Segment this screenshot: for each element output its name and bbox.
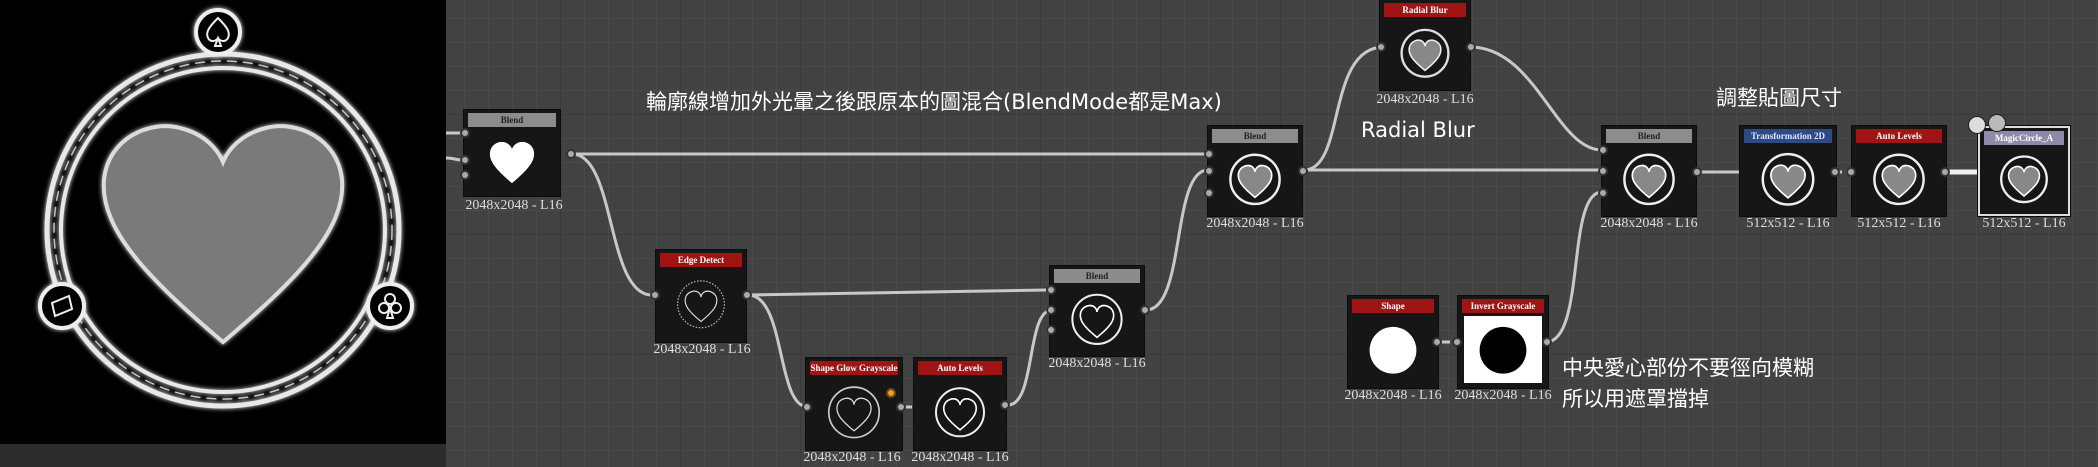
node-title: Auto Levels: [918, 361, 1002, 375]
club-icon: [366, 282, 414, 330]
input-port[interactable]: [1046, 305, 1056, 315]
diamond-icon: [38, 282, 86, 330]
node-resolution: 2048x2048 - L16: [1376, 92, 1474, 107]
input-port[interactable]: [1204, 188, 1214, 198]
node-resolution: 2048x2048 - L16: [1048, 356, 1146, 371]
node-title: Edge Detect: [660, 253, 742, 267]
output-port[interactable]: [1692, 167, 1702, 177]
node-thumbnail: [1858, 146, 1940, 211]
node-title: Transformation 2D: [1744, 129, 1832, 143]
input-port[interactable]: [1598, 166, 1608, 176]
node-thumbnail: [470, 130, 554, 191]
output-port[interactable]: [1000, 400, 1010, 410]
output-port[interactable]: [566, 149, 576, 159]
blend-node-2[interactable]: Blend: [1050, 266, 1144, 356]
output-port[interactable]: [742, 290, 752, 300]
spade-icon: [194, 8, 242, 56]
node-resolution: 2048x2048 - L16: [653, 342, 751, 357]
node-title: Shape: [1352, 299, 1434, 313]
output-node[interactable]: MagicCircle_A: [1978, 126, 2070, 216]
radial-blur-node[interactable]: Radial Blur: [1380, 0, 1470, 90]
output-port[interactable]: [1830, 167, 1840, 177]
node-resolution: 512x512 - L16: [1746, 216, 1830, 231]
node-thumbnail: [920, 378, 1000, 445]
output-icon[interactable]: [1988, 114, 2006, 132]
invert-grayscale-node[interactable]: Invert Grayscale: [1458, 296, 1548, 388]
node-thumbnail: [1986, 148, 2062, 209]
output-port[interactable]: [1940, 167, 1950, 177]
input-port[interactable]: [802, 402, 812, 412]
node-resolution: 2048x2048 - L16: [1206, 216, 1304, 231]
node-thumbnail: [1214, 146, 1296, 211]
input-port[interactable]: [1046, 285, 1056, 295]
document-icon[interactable]: [1968, 116, 1986, 134]
node-title: MagicCircle_A: [1984, 131, 2064, 145]
input-port[interactable]: [1846, 167, 1856, 177]
input-port[interactable]: [460, 155, 470, 165]
input-port[interactable]: [1452, 337, 1462, 347]
note-blend-description: 輪廓線增加外光暈之後跟原本的圖混合(BlendMode都是Max): [646, 90, 1222, 114]
parameter-port[interactable]: [886, 388, 896, 398]
preview-statusbar: [0, 444, 446, 467]
input-port[interactable]: [1204, 166, 1214, 176]
input-port[interactable]: [460, 128, 470, 138]
input-port[interactable]: [460, 170, 470, 180]
transformation-2d-node[interactable]: Transformation 2D: [1740, 126, 1836, 216]
blend-node-1[interactable]: Blend: [464, 110, 560, 196]
node-thumbnail: [1056, 286, 1138, 351]
node-thumbnail: [1608, 146, 1690, 211]
node-title: Auto Levels: [1856, 129, 1942, 143]
mask-port[interactable]: [1598, 188, 1608, 198]
node-title: Blend: [468, 113, 556, 127]
output-port[interactable]: [1432, 337, 1442, 347]
node-thumbnail: [1746, 146, 1830, 211]
input-port[interactable]: [1376, 42, 1386, 52]
node-resolution: 2048x2048 - L16: [1600, 216, 1698, 231]
note-mask-line1: 中央愛心部份不要徑向模糊: [1562, 356, 1814, 380]
blend-node-3[interactable]: Blend: [1208, 126, 1302, 216]
node-thumbnail: [1464, 316, 1542, 383]
output-port[interactable]: [896, 402, 906, 412]
output-port[interactable]: [1466, 42, 1476, 52]
texture-preview: [0, 0, 446, 444]
node-title: Radial Blur: [1384, 3, 1466, 17]
node-graph-canvas[interactable]: Blend 2048x2048 - L16 Edge Detect 2048x2…: [446, 0, 2098, 467]
note-radial-blur: Radial Blur: [1361, 118, 1475, 142]
edge-detect-node[interactable]: Edge Detect: [656, 250, 746, 342]
magic-circle-preview: [38, 8, 414, 409]
output-port[interactable]: [1140, 305, 1150, 315]
node-title: Blend: [1054, 269, 1140, 283]
node-title: Blend: [1212, 129, 1298, 143]
input-port[interactable]: [1046, 325, 1056, 335]
note-resize: 調整貼圖尺寸: [1716, 86, 1842, 110]
node-thumbnail: [662, 270, 740, 337]
input-port[interactable]: [1204, 149, 1214, 159]
node-resolution: 2048x2048 - L16: [911, 450, 1009, 465]
node-title: Shape Glow Grayscale: [810, 361, 898, 375]
blend-node-4[interactable]: Blend: [1602, 126, 1696, 216]
node-resolution: 2048x2048 - L16: [803, 450, 901, 465]
node-thumbnail: [812, 378, 896, 445]
auto-levels-node-1[interactable]: Auto Levels: [914, 358, 1006, 450]
wire-layer: [446, 45, 1978, 409]
node-title: Blend: [1606, 129, 1692, 143]
node-resolution: 512x512 - L16: [1857, 216, 1941, 231]
note-mask-line2: 所以用遮罩擋掉: [1562, 387, 1709, 411]
output-port[interactable]: [1298, 166, 1308, 176]
node-thumbnail: [1354, 316, 1432, 383]
node-title: Invert Grayscale: [1462, 299, 1544, 313]
node-resolution: 512x512 - L16: [1982, 216, 2066, 231]
auto-levels-node-2[interactable]: Auto Levels: [1852, 126, 1946, 216]
node-resolution: 2048x2048 - L16: [465, 198, 563, 213]
node-resolution: 2048x2048 - L16: [1344, 388, 1442, 403]
input-port[interactable]: [1598, 145, 1608, 155]
output-port[interactable]: [1542, 337, 1552, 347]
heart-icon: [101, 124, 345, 345]
node-resolution: 2048x2048 - L16: [1454, 388, 1552, 403]
shape-glow-grayscale-node[interactable]: Shape Glow Grayscale: [806, 358, 902, 450]
node-thumbnail: [1386, 20, 1464, 85]
shape-node[interactable]: Shape: [1348, 296, 1438, 388]
input-port[interactable]: [650, 290, 660, 300]
